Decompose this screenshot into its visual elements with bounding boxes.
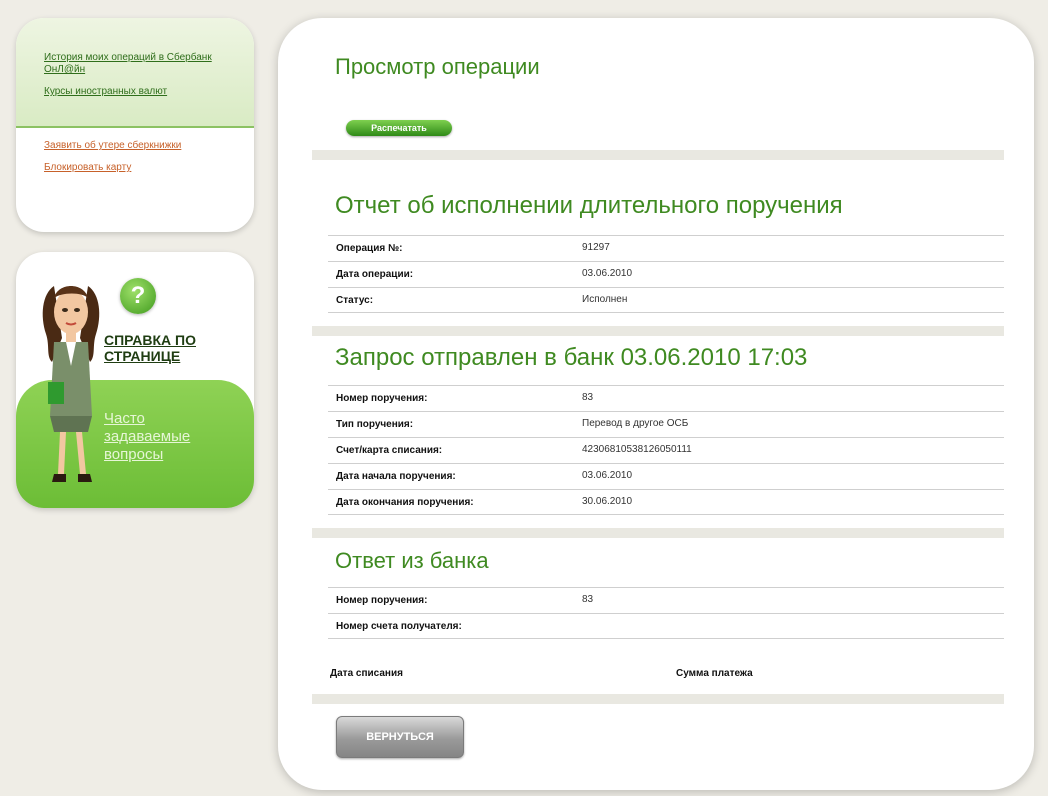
detail-value: 03.06.2010 <box>582 470 633 481</box>
separator <box>312 528 1004 538</box>
column-header-payment-amount: Сумма платежа <box>676 668 753 679</box>
detail-label: Операция №: <box>336 243 403 254</box>
help-panel: ? СПРАВКА ПО СТРАНИЦЕ Часто задаваемые в… <box>16 252 254 508</box>
detail-label: Дата операции: <box>336 269 414 280</box>
detail-row: Дата начала поручения: 03.06.2010 <box>328 463 1004 489</box>
detail-row: Дата операции: 03.06.2010 <box>328 261 1004 287</box>
status-value: Исполнен <box>582 294 628 305</box>
detail-row: Номер поручения: 83 <box>328 385 1004 411</box>
sidebar-links-bottom: Заявить об утере сберкнижки Блокировать … <box>16 128 254 174</box>
detail-label: Номер поручения: <box>336 393 428 404</box>
link-operations-history[interactable]: История моих операций в Сбербанк ОнЛ@йн <box>44 52 240 76</box>
link-block-card[interactable]: Блокировать карту <box>44 162 240 174</box>
detail-row: Номер счета получателя: <box>328 613 1004 639</box>
separator <box>312 150 1004 160</box>
faq-link[interactable]: Часто задаваемые вопросы <box>104 410 224 464</box>
detail-row: Счет/карта списания: 4230681053812605011… <box>328 437 1004 463</box>
detail-value: 03.06.2010 <box>582 268 633 279</box>
detail-value: Перевод в другое ОСБ <box>582 418 689 429</box>
link-exchange-rates[interactable]: Курсы иностранных валют <box>44 86 240 98</box>
detail-label: Тип поручения: <box>336 419 414 430</box>
detail-row: Операция №: 91297 <box>328 235 1004 261</box>
section-title-response: Ответ из банка <box>335 548 489 573</box>
section-title-report: Отчет об исполнении длительного поручени… <box>335 192 843 219</box>
sidebar-links-panel: История моих операций в Сбербанк ОнЛ@йн … <box>16 18 254 232</box>
detail-label: Номер счета получателя: <box>336 621 462 632</box>
page-title: Просмотр операции <box>335 54 540 79</box>
help-question-icon: ? <box>120 278 156 314</box>
detail-label: Номер поручения: <box>336 595 428 606</box>
print-button[interactable]: Распечатать <box>346 120 452 136</box>
detail-value: 42306810538126050111 <box>582 444 692 455</box>
help-page-link[interactable]: СПРАВКА ПО СТРАНИЦЕ <box>104 332 234 364</box>
detail-row: Статус: Исполнен <box>328 287 1004 313</box>
separator <box>312 326 1004 336</box>
detail-label: Дата окончания поручения: <box>336 497 474 508</box>
column-header-debit-date: Дата списания <box>330 668 403 679</box>
main-content-card: Просмотр операции Распечатать Отчет об и… <box>278 18 1034 790</box>
assistant-avatar <box>42 286 100 482</box>
detail-value: 83 <box>582 392 594 403</box>
link-report-lost-passbook[interactable]: Заявить об утере сберкнижки <box>44 140 240 152</box>
section-title-request: Запрос отправлен в банк 03.06.2010 17:03 <box>335 344 808 371</box>
detail-value: 83 <box>582 594 594 605</box>
detail-label: Дата начала поручения: <box>336 471 456 482</box>
separator <box>312 694 1004 704</box>
back-button[interactable]: ВЕРНУТЬСЯ <box>336 716 464 758</box>
sidebar-links-top: История моих операций в Сбербанк ОнЛ@йн … <box>16 18 254 128</box>
detail-row: Тип поручения: Перевод в другое ОСБ <box>328 411 1004 437</box>
detail-label: Статус: <box>336 295 374 306</box>
detail-value: 91297 <box>582 242 610 253</box>
detail-label: Счет/карта списания: <box>336 445 443 456</box>
detail-row: Номер поручения: 83 <box>328 587 1004 613</box>
detail-value: 30.06.2010 <box>582 496 633 507</box>
detail-row: Дата окончания поручения: 30.06.2010 <box>328 489 1004 515</box>
